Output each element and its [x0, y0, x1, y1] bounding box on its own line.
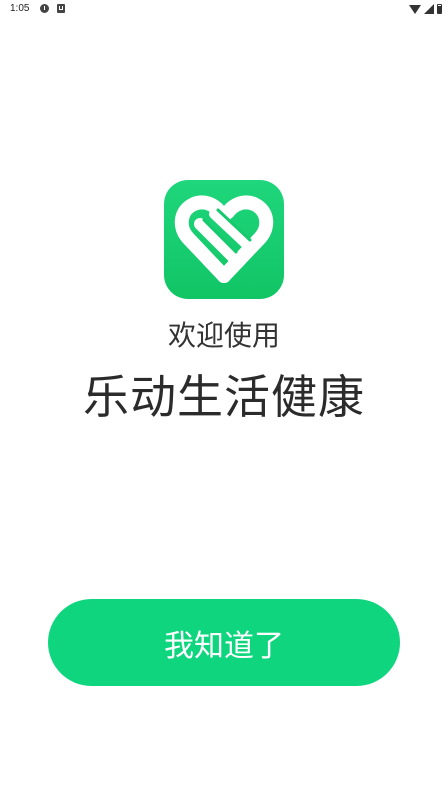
- battery-icon: [437, 4, 442, 14]
- a-notification-icon: [57, 4, 65, 13]
- wifi-icon: [409, 4, 421, 14]
- signal-icon: [424, 4, 434, 14]
- confirm-button-label: 我知道了: [164, 628, 284, 664]
- alert-notification-icon: [40, 4, 49, 13]
- app-name-title: 乐动生活健康: [83, 370, 365, 424]
- status-bar: 1:05: [0, 0, 448, 18]
- welcome-subtitle: 欢迎使用: [167, 319, 280, 352]
- app-logo: [164, 180, 284, 299]
- status-time: 1:05: [10, 3, 30, 14]
- confirm-button[interactable]: 我知道了: [48, 599, 400, 686]
- status-right-group: [409, 3, 442, 15]
- heart-ribbon-logo-icon: [174, 195, 274, 283]
